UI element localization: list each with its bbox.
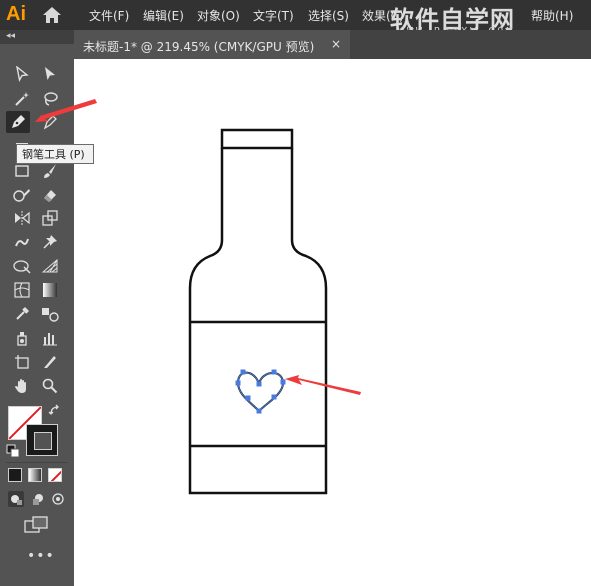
annotation-arrow-toolbar [35, 99, 97, 122]
anchor-point [271, 394, 277, 400]
anchor-point [271, 369, 277, 375]
bottle-body [188, 148, 328, 495]
annotation-arrow-heart [285, 375, 361, 395]
bottle-drawing [188, 128, 328, 495]
anchor-point [256, 381, 262, 387]
anchor-point [235, 380, 241, 386]
anchor-point [280, 379, 286, 385]
canvas-artwork [35, 99, 361, 495]
bottle-cap [220, 128, 294, 150]
heart-path [235, 369, 286, 414]
anchor-point [256, 408, 262, 414]
anchor-point [240, 369, 246, 375]
anchor-point [245, 395, 251, 401]
